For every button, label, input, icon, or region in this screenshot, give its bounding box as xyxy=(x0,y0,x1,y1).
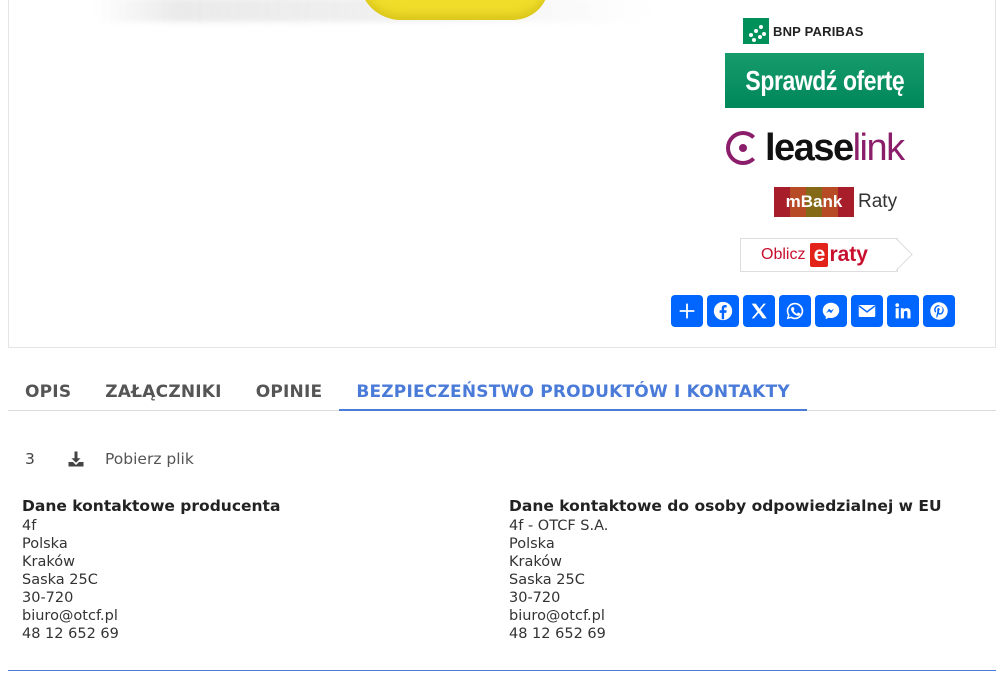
sprawdz-oferte-label: Sprawdź ofertę xyxy=(745,64,904,96)
share-buttons xyxy=(671,295,955,327)
share-icon[interactable] xyxy=(671,295,703,327)
product-image[interactable] xyxy=(94,0,654,28)
attachment-row: 3 Pobierz plik xyxy=(25,450,194,468)
leaselink-logo-icon xyxy=(726,131,760,165)
tab-zalaczniki[interactable]: ZAŁĄCZNIKI xyxy=(88,370,238,411)
producer-phone: 48 12 652 69 xyxy=(22,626,119,642)
oblicz-eraty-button[interactable]: Oblicz e raty xyxy=(740,238,898,272)
producer-contact-heading: Dane kontaktowe producenta xyxy=(22,497,281,515)
eu-contact-heading: Dane kontaktowe do osoby odpowiedzialnej… xyxy=(509,497,942,515)
eu-contact-country: Polska xyxy=(509,536,555,552)
tab-opis[interactable]: OPIS xyxy=(8,370,88,411)
eu-contact-city: Kraków xyxy=(509,554,562,570)
leaselink-bold-text: lease xyxy=(765,127,854,169)
linkedin-icon[interactable] xyxy=(887,295,919,327)
attachment-number: 3 xyxy=(25,450,35,468)
messenger-icon[interactable] xyxy=(815,295,847,327)
mbank-raty-button[interactable]: mBank Raty xyxy=(774,187,897,217)
producer-city: Kraków xyxy=(22,554,75,570)
whatsapp-icon[interactable] xyxy=(779,295,811,327)
eu-contact-street: Saska 25C xyxy=(509,572,585,588)
section-divider xyxy=(8,670,996,671)
bnp-paribas-logo: BNP PARIBAS xyxy=(743,18,864,44)
eraty-logo: e raty xyxy=(810,243,868,267)
tab-opinie[interactable]: OPINIE xyxy=(239,370,340,411)
eu-contact: Dane kontaktowe do osoby odpowiedzialnej… xyxy=(509,496,942,643)
producer-postal-code: 30-720 xyxy=(22,590,74,606)
tab-bezpieczenstwo[interactable]: BEZPIECZEŃSTWO PRODUKTÓW I KONTAKTY xyxy=(339,370,807,411)
bnp-name: BNP PARIBAS xyxy=(773,23,864,39)
eu-contact-email[interactable]: biuro@otcf.pl xyxy=(509,607,942,625)
product-tabs: OPIS ZAŁĄCZNIKI OPINIE BEZPIECZEŃSTWO PR… xyxy=(8,370,996,411)
bnp-stars-icon xyxy=(743,18,769,44)
leaselink-light-text: link xyxy=(852,127,906,169)
mbank-raty-label: Raty xyxy=(858,191,898,212)
pobierz-plik-link[interactable]: Pobierz plik xyxy=(105,450,194,468)
producer-name: 4f xyxy=(22,518,37,534)
eraty-rest-text: raty xyxy=(829,243,868,266)
eraty-e-letter: e xyxy=(810,243,829,267)
leaselink-button[interactable]: leaselink xyxy=(726,126,906,170)
eraty-oblicz-label: Oblicz xyxy=(761,246,806,263)
facebook-icon[interactable] xyxy=(707,295,739,327)
eu-contact-postal-code: 30-720 xyxy=(509,590,561,606)
producer-country: Polska xyxy=(22,536,68,552)
producer-street: Saska 25C xyxy=(22,572,98,588)
eu-contact-name: 4f - OTCF S.A. xyxy=(509,518,609,534)
mbank-logo: mBank xyxy=(774,187,854,217)
sprawdz-oferte-button[interactable]: Sprawdź ofertę xyxy=(725,53,924,108)
eu-contact-phone: 48 12 652 69 xyxy=(509,626,606,642)
producer-email[interactable]: biuro@otcf.pl xyxy=(22,607,280,625)
download-icon[interactable] xyxy=(67,450,85,468)
pinterest-icon[interactable] xyxy=(923,295,955,327)
x-icon[interactable] xyxy=(743,295,775,327)
email-icon[interactable] xyxy=(851,295,883,327)
producer-contact: Dane kontaktowe producenta 4f Polska Kra… xyxy=(22,496,280,643)
mbank-name: mBank xyxy=(785,192,843,211)
